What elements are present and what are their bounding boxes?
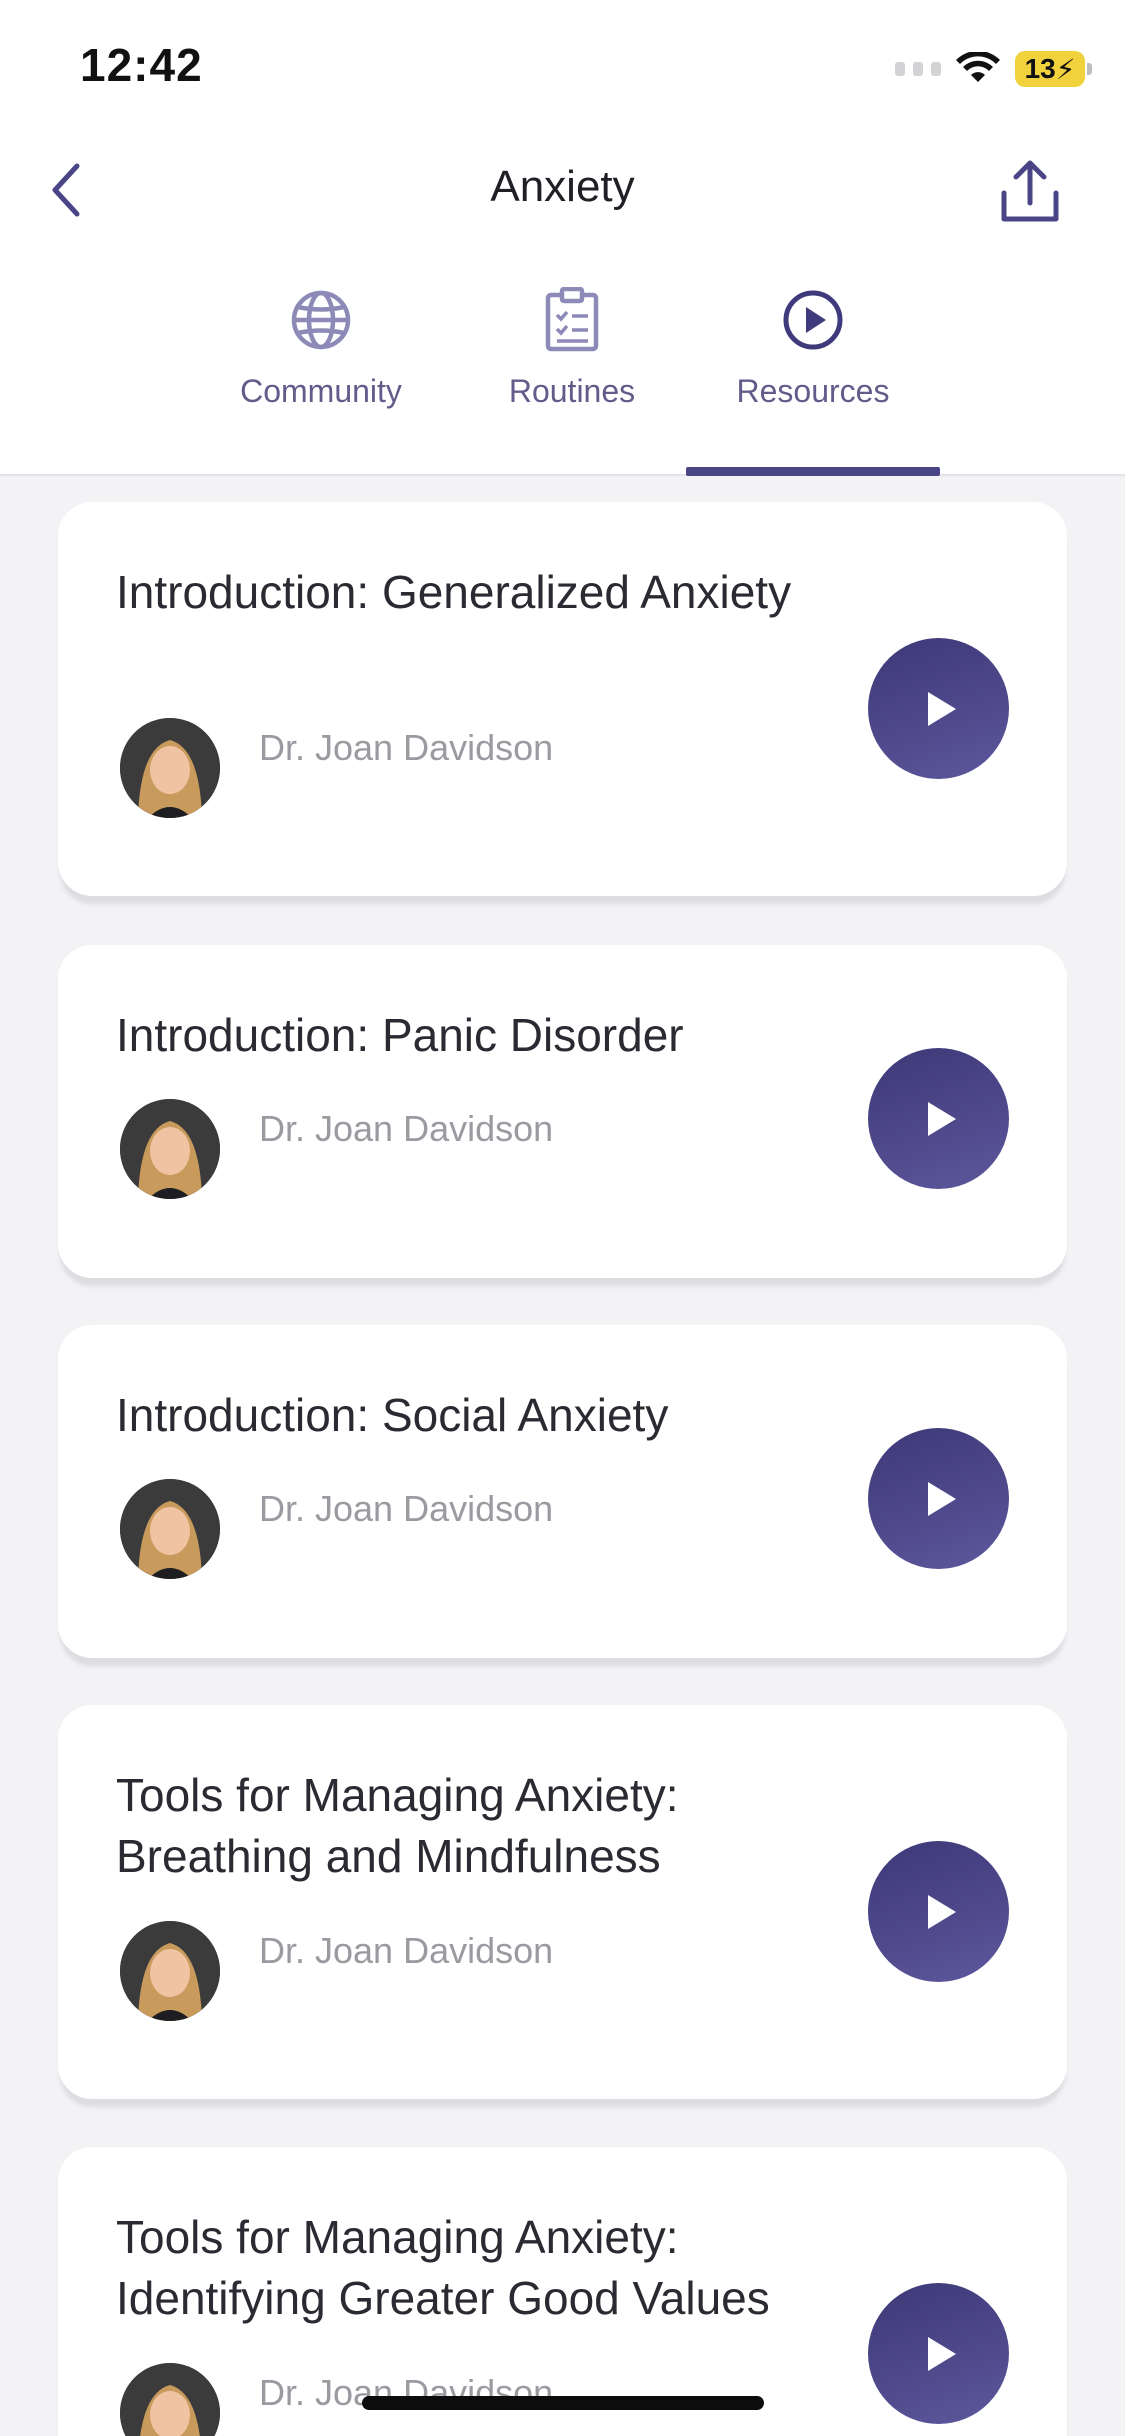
play-button[interactable] xyxy=(868,1841,1009,1982)
resource-card[interactable]: Introduction: Social Anxiety Dr. Joan Da… xyxy=(58,1325,1067,1658)
avatar xyxy=(120,718,220,818)
header: 12:42 13 ⚡ Anxiety Community Routines Re… xyxy=(0,0,1125,476)
cellular-signal-icon xyxy=(895,62,941,76)
screen: 12:42 13 ⚡ Anxiety Community Routines Re… xyxy=(0,0,1125,2436)
resource-card[interactable]: Tools for Managing Anxiety: Identifying … xyxy=(58,2147,1067,2436)
resource-title: Tools for Managing Anxiety: Breathing an… xyxy=(116,1769,679,1882)
status-time: 12:42 xyxy=(80,39,203,91)
author-name: Dr. Joan Davidson xyxy=(259,1488,554,1529)
play-icon xyxy=(927,691,956,726)
tab-resources-label: Resources xyxy=(736,373,890,409)
avatar xyxy=(120,1921,220,2021)
tab-routines-label: Routines xyxy=(508,373,636,409)
play-icon xyxy=(927,2336,956,2371)
globe-icon xyxy=(286,285,356,355)
play-button[interactable] xyxy=(868,1428,1009,1569)
avatar xyxy=(120,1099,220,1199)
battery-level: 13 xyxy=(1024,53,1056,84)
wifi-icon xyxy=(956,52,1000,82)
play-button[interactable] xyxy=(868,1048,1009,1189)
tab-community-label: Community xyxy=(240,373,402,409)
play-icon xyxy=(927,1101,956,1136)
share-button[interactable] xyxy=(985,152,1075,232)
resource-title: Introduction: Generalized Anxiety xyxy=(116,566,792,618)
home-indicator[interactable] xyxy=(362,2396,764,2410)
selected-tab-indicator xyxy=(686,467,940,476)
author-name: Dr. Joan Davidson xyxy=(259,1108,554,1149)
author-name: Dr. Joan Davidson xyxy=(259,727,554,768)
tab-community[interactable]: Community xyxy=(196,285,446,475)
status-indicators: 13 ⚡ xyxy=(895,44,1092,94)
avatar xyxy=(120,2363,220,2436)
battery-icon: 13 ⚡ xyxy=(1015,51,1092,87)
resource-title: Introduction: Panic Disorder xyxy=(116,1009,684,1061)
play-icon xyxy=(927,1894,956,1929)
play-button[interactable] xyxy=(868,2283,1009,2424)
resource-card[interactable]: Introduction: Generalized Anxiety Dr. Jo… xyxy=(58,502,1067,896)
avatar xyxy=(120,1479,220,1579)
play-icon xyxy=(927,1481,956,1516)
tab-resources[interactable]: Resources xyxy=(688,285,938,475)
clipboard-checklist-icon xyxy=(537,285,607,355)
author-name: Dr. Joan Davidson xyxy=(259,1930,554,1971)
resource-title: Introduction: Social Anxiety xyxy=(116,1389,669,1441)
play-circle-icon xyxy=(778,285,848,355)
play-button[interactable] xyxy=(868,638,1009,779)
tab-routines[interactable]: Routines xyxy=(447,285,697,475)
resource-title: Tools for Managing Anxiety: Identifying … xyxy=(116,2211,770,2324)
page-title: Anxiety xyxy=(490,162,635,211)
resource-card[interactable]: Tools for Managing Anxiety: Breathing an… xyxy=(58,1705,1067,2099)
share-icon xyxy=(1001,160,1059,222)
resource-card[interactable]: Introduction: Panic Disorder Dr. Joan Da… xyxy=(58,945,1067,1278)
